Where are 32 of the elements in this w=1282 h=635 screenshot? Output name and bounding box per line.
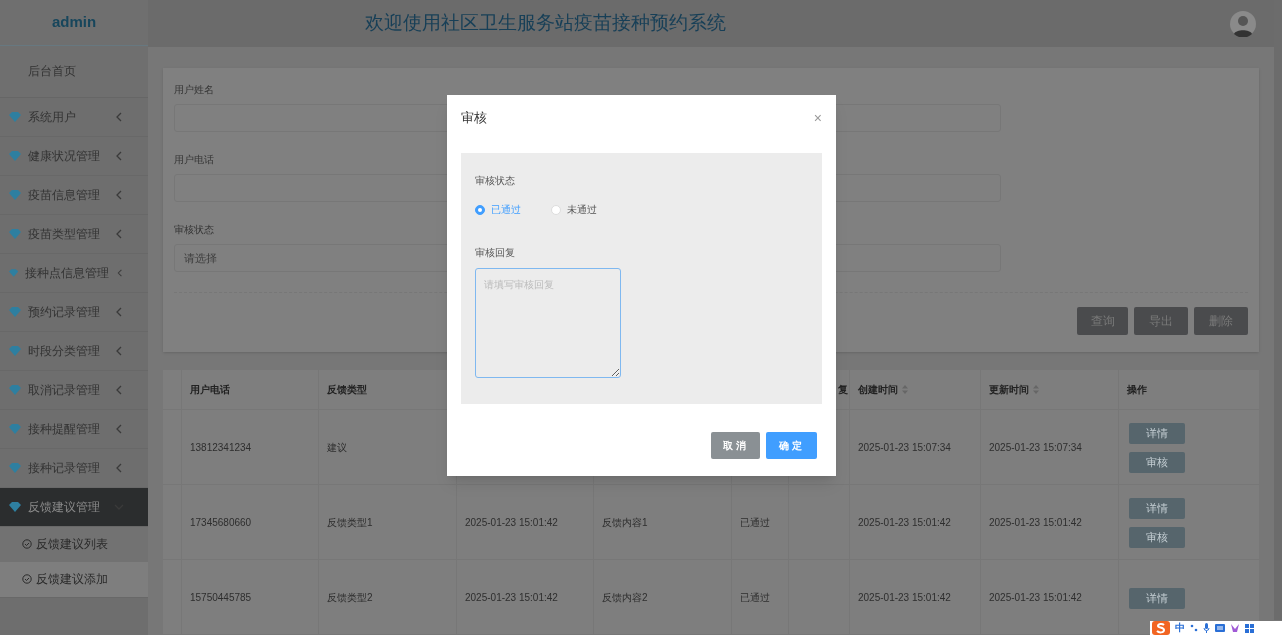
field-label: 用户电话 bbox=[174, 153, 215, 167]
field-label: 用户姓名 bbox=[174, 83, 215, 97]
table-cell-text: 2025-01-23 15:07:34 bbox=[989, 440, 1082, 455]
table-cell-text: 2025-01-23 15:01:42 bbox=[465, 515, 558, 530]
field-label: 审核状态 bbox=[174, 223, 215, 237]
column-header: 用户电话 bbox=[190, 383, 230, 397]
brand-title: admin bbox=[51, 12, 97, 33]
column-header: 操作 bbox=[1127, 383, 1147, 397]
table-cell-text: 2025-01-23 15:01:42 bbox=[465, 590, 558, 605]
dialog-title: 审核 bbox=[461, 109, 487, 128]
column-header: 复 bbox=[838, 383, 848, 397]
field-label: 审核状态 bbox=[475, 174, 516, 188]
table-cell-text: 2025-01-23 15:01:42 bbox=[989, 590, 1082, 605]
column-header: 反馈类型 bbox=[327, 383, 367, 397]
table-cell-text: 17345680660 bbox=[190, 515, 252, 530]
table-cell-text: 反馈类型2 bbox=[327, 590, 373, 605]
table-cell-text: 2025-01-23 15:01:42 bbox=[858, 515, 951, 530]
table-cell-text: 2025-01-23 15:01:42 bbox=[989, 515, 1082, 530]
table-cell-text: 已通过 bbox=[740, 590, 770, 605]
table-cell-text: 15750445785 bbox=[190, 590, 252, 605]
page-title: 欢迎使用社区卫生服务站疫苗接种预约系统 bbox=[365, 11, 726, 36]
table-cell-text: 反馈内容2 bbox=[602, 590, 648, 605]
table-cell-text: 2025-01-23 15:01:42 bbox=[858, 590, 951, 605]
table-cell-text: 反馈内容1 bbox=[602, 515, 648, 530]
table-cell-text: 建议 bbox=[327, 440, 347, 455]
table-cell-text: 已通过 bbox=[740, 515, 770, 530]
table-cell-text: 反馈类型1 bbox=[327, 515, 373, 530]
column-header: 创建时间 bbox=[858, 383, 898, 397]
field-label: 审核回复 bbox=[475, 246, 516, 260]
table-cell-text: 13812341234 bbox=[190, 440, 252, 455]
table-cell-text: 2025-01-23 15:07:34 bbox=[858, 440, 951, 455]
column-header: 更新时间 bbox=[989, 383, 1029, 397]
